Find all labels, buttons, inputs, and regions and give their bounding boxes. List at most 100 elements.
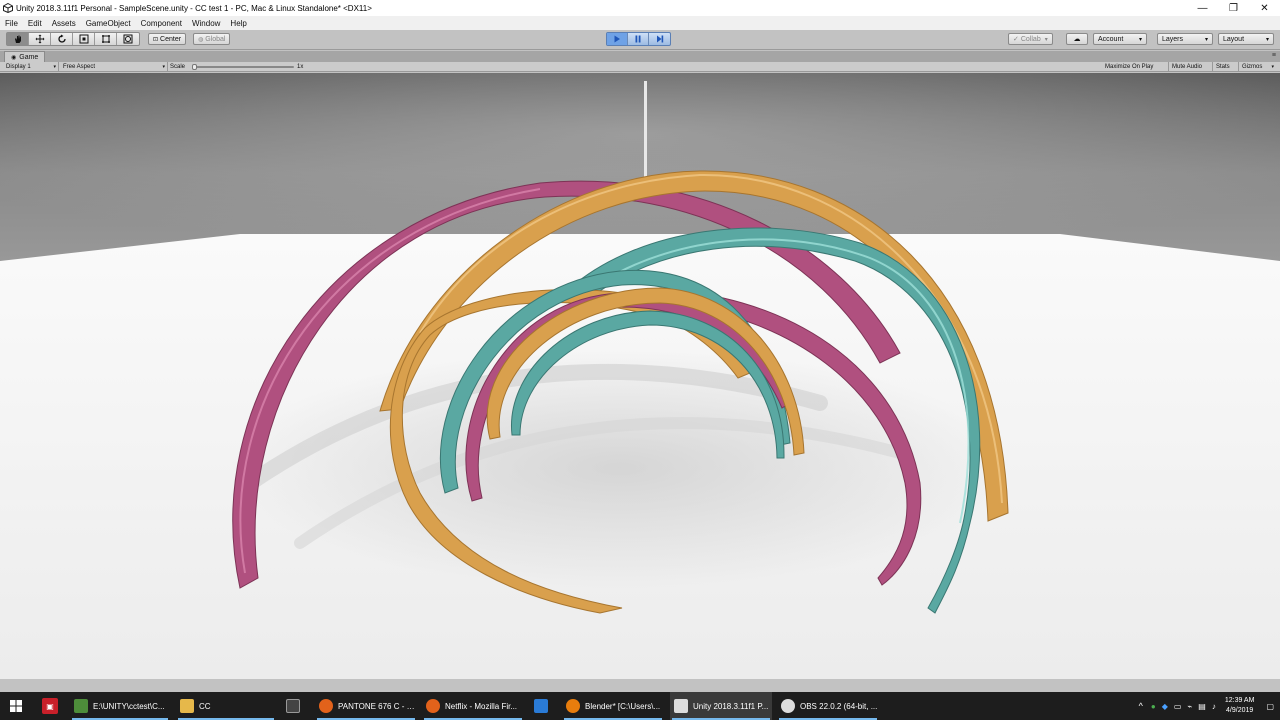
step-icon	[656, 35, 663, 43]
taskbar-app-firefox-pantone[interactable]: PANTONE 676 C - F...	[315, 692, 417, 720]
menu-edit[interactable]: Edit	[23, 19, 47, 28]
pause-icon	[635, 35, 641, 43]
hand-icon	[14, 35, 21, 43]
network-icon[interactable]: ⌁	[1184, 702, 1195, 711]
panel-menu-icon[interactable]: ≡	[1272, 52, 1276, 59]
minimize-button[interactable]: —	[1187, 0, 1218, 16]
mute-audio-toggle[interactable]: Mute Audio	[1172, 62, 1202, 72]
scale-value: 1x	[297, 64, 304, 70]
notepad-icon	[74, 699, 88, 713]
cloud-icon: ☁	[1073, 36, 1081, 43]
restore-button[interactable]: ❐	[1218, 0, 1249, 16]
play-controls	[606, 32, 671, 46]
account-dropdown[interactable]: Account ▾	[1093, 33, 1147, 45]
taskbar-app-explorer[interactable]: E:\UNITY\cctest\C...	[70, 692, 170, 720]
taskbar-app-label: E:\UNITY\cctest\C...	[93, 701, 165, 711]
space-global-toggle[interactable]: ◍ Global	[193, 33, 231, 45]
terminal-icon	[286, 699, 300, 713]
menu-assets[interactable]: Assets	[47, 19, 81, 28]
menu-gameobject[interactable]: GameObject	[81, 19, 136, 28]
start-button[interactable]	[8, 698, 24, 714]
chevron-down-icon: ▾	[53, 64, 56, 70]
unity-logo-icon	[3, 3, 13, 13]
maximize-on-play-toggle[interactable]: Maximize On Play	[1105, 62, 1153, 72]
taskbar-app-obs[interactable]: OBS 22.0.2 (64-bit, ...	[777, 692, 879, 720]
firefox-icon	[426, 699, 440, 713]
layers-dropdown[interactable]: Layers ▾	[1157, 33, 1213, 45]
rect-icon	[101, 35, 110, 43]
chevron-down-icon: ▾	[1271, 64, 1274, 70]
clock-time: 12:39 AM	[1224, 697, 1255, 704]
scale-slider-track[interactable]	[194, 66, 294, 68]
divider	[167, 62, 168, 72]
printer-icon[interactable]: ▤	[1195, 702, 1209, 711]
taskbar-app-blue[interactable]	[530, 692, 558, 720]
chrome-icon[interactable]: ●	[1148, 702, 1159, 711]
close-button[interactable]: ✕	[1249, 0, 1280, 16]
layers-label: Layers	[1162, 35, 1184, 43]
scale-label: Scale	[170, 64, 186, 70]
pinned-app-icon[interactable]: ▣	[42, 698, 58, 714]
scale-tool-button[interactable]	[73, 33, 95, 45]
rect-tool-button[interactable]	[95, 33, 117, 45]
play-button[interactable]	[607, 33, 628, 45]
menu-help[interactable]: Help	[225, 19, 251, 28]
editor-bottom-strip	[0, 679, 1280, 692]
volume-icon[interactable]: ♪	[1209, 702, 1219, 711]
collab-dropdown[interactable]: ✓ Collab ▾	[1008, 33, 1053, 45]
system-tray: ^ ● ◆ ▭ ⌁ ▤ ♪ 12:39 AM 4/9/2019 ▢	[1134, 692, 1280, 720]
layout-label: Layout	[1223, 35, 1245, 43]
center-pole	[644, 81, 647, 181]
unity-logo-icon	[674, 699, 688, 713]
taskbar-app-blender[interactable]: Blender* [C:\Users\...	[562, 692, 664, 720]
taskbar-app-terminal[interactable]	[282, 692, 310, 720]
pause-button[interactable]	[628, 33, 649, 45]
chevron-down-icon: ▾	[1044, 36, 1048, 43]
display-dropdown[interactable]: Display 1 ▾	[6, 62, 56, 72]
space-label: Global	[205, 35, 226, 43]
taskbar-app-folder[interactable]: CC	[176, 692, 276, 720]
game-viewport[interactable]	[0, 73, 1280, 679]
account-label: Account	[1098, 35, 1124, 43]
show-hidden-icons-icon[interactable]: ^	[1134, 701, 1148, 711]
pivot-center-toggle[interactable]: ⊡ Center	[148, 33, 187, 45]
play-icon	[614, 35, 620, 43]
taskbar-app-firefox-netflix[interactable]: Netflix - Mozilla Fir...	[422, 692, 524, 720]
window-title-bar: Unity 2018.3.11f1 Personal - SampleScene…	[0, 0, 1280, 16]
taskbar-app-unity[interactable]: Unity 2018.3.11f1 P...	[670, 692, 772, 720]
display-icon[interactable]: ▭	[1171, 702, 1185, 711]
scale-slider-thumb[interactable]	[192, 64, 197, 70]
dropbox-icon[interactable]: ◆	[1159, 702, 1171, 711]
divider	[1168, 62, 1169, 72]
aspect-dropdown[interactable]: Free Aspect ▾	[63, 62, 165, 72]
scene-render	[0, 73, 1280, 679]
chevron-down-icon: ▾	[1204, 36, 1208, 43]
windows-taskbar: ▣ E:\UNITY\cctest\C... CC PANTONE 676 C …	[0, 692, 1280, 720]
globe-icon: ◍	[198, 36, 204, 43]
chevron-down-icon: ▾	[162, 64, 165, 70]
menu-window[interactable]: Window	[187, 19, 225, 28]
panel-tab-bar: ◉ Game ≡	[0, 51, 1280, 62]
menu-file[interactable]: File	[0, 19, 23, 28]
layout-dropdown[interactable]: Layout ▾	[1218, 33, 1274, 45]
divider	[1212, 62, 1213, 72]
stats-toggle[interactable]: Stats	[1216, 62, 1230, 72]
rotate-tool-button[interactable]	[51, 33, 73, 45]
gizmos-dropdown[interactable]: Gizmos ▾	[1242, 62, 1274, 72]
notifications-icon[interactable]: ▢	[1260, 702, 1280, 711]
move-tool-button[interactable]	[29, 33, 51, 45]
menu-component[interactable]: Component	[136, 19, 187, 28]
step-button[interactable]	[649, 33, 670, 45]
divider	[1238, 62, 1239, 72]
taskbar-app-label: PANTONE 676 C - F...	[338, 701, 417, 711]
cloud-button[interactable]: ☁	[1066, 33, 1088, 45]
transform-tools	[6, 32, 140, 46]
transform-icon	[123, 34, 133, 44]
app-badge-icon: ▣	[46, 701, 54, 711]
transform-tool-button[interactable]	[117, 33, 139, 45]
taskbar-clock[interactable]: 12:39 AM 4/9/2019	[1219, 696, 1261, 716]
tab-game[interactable]: ◉ Game	[4, 51, 46, 62]
taskbar-app-label: OBS 22.0.2 (64-bit, ...	[800, 701, 878, 711]
rotate-icon	[57, 34, 66, 43]
hand-tool-button[interactable]	[7, 33, 29, 45]
